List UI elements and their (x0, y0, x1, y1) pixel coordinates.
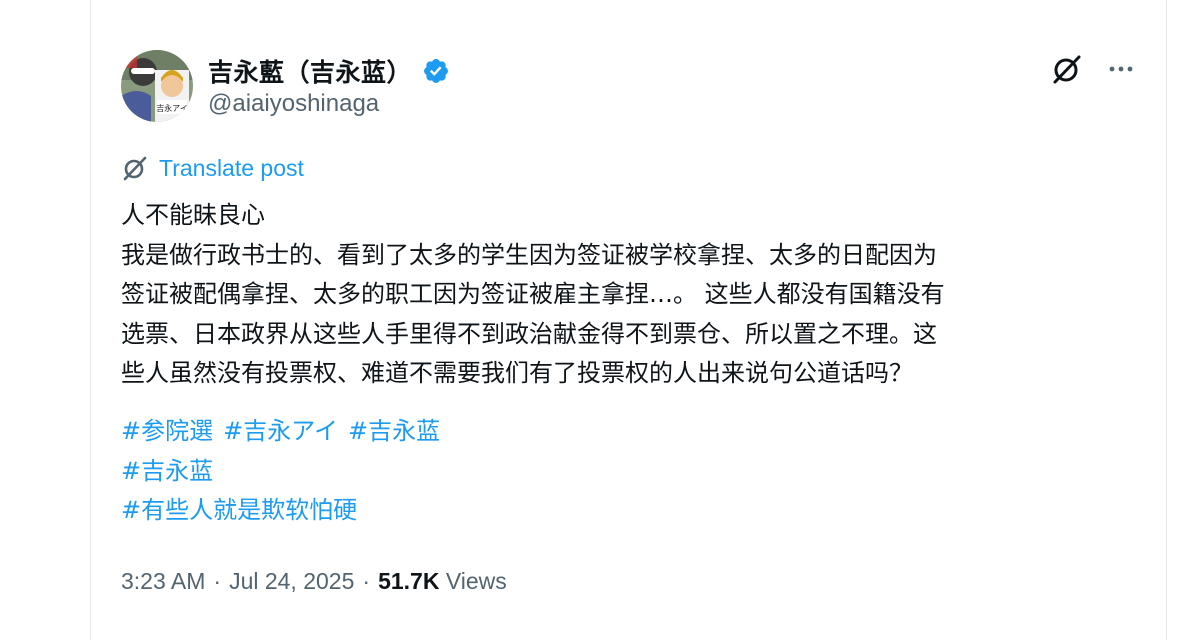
post-text-line: 选票、日本政界从这些人手里得不到政治献金得不到票仓、所以置之不理。这 (121, 319, 937, 348)
views-label[interactable]: Views (446, 568, 507, 594)
avatar-image: 吉永アイ (121, 50, 193, 122)
hashtag-line: #吉永蓝 (121, 452, 450, 492)
post-hashtags: #参院選 #吉永アイ #吉永蓝 #吉永蓝 #有些人就是欺软怕硬 (121, 412, 450, 531)
views-count[interactable]: 51.7K (378, 568, 439, 594)
author-display-name[interactable]: 吉永藍（吉永蓝） (208, 53, 412, 89)
meta-separator: · (362, 568, 371, 594)
post-text-line: 签证被配偶拿捏、太多的职工因为签证被雇主拿捏…。 这些人都没有国籍没有 (121, 280, 945, 308)
hashtag-line: #有些人就是欺软怕硬 (121, 491, 450, 531)
avatar[interactable]: 吉永アイ (121, 50, 193, 122)
grok-slash-icon[interactable] (1050, 52, 1084, 86)
grok-translate-icon (123, 156, 147, 181)
post-date[interactable]: Jul 24, 2025 (229, 568, 354, 595)
post-text-line: 些人虽然没有投票权、难道不需要我们有了投票权的人出来说句公道话吗？ (121, 359, 913, 387)
translate-post-button[interactable]: Translate post (121, 154, 304, 182)
hashtag-link[interactable]: #有些人就是欺软怕硬 (121, 496, 357, 524)
post-text-line: 我是做行政书士的、看到了太多的学生因为签证被学校拿捏、太多的日配因为 (121, 240, 937, 269)
translate-post-label[interactable]: Translate post (159, 155, 304, 182)
hashtag-link[interactable]: #吉永アイ (223, 417, 338, 445)
author-handle[interactable]: @aiaiyoshinaga (208, 90, 379, 118)
hashtag-link[interactable]: #吉永蓝 (121, 457, 213, 485)
hashtag-link[interactable]: #参院選 (121, 417, 213, 445)
more-dots-icon[interactable] (1106, 54, 1136, 84)
post-meta: 3:23 AM · Jul 24, 2025 · 51.7K Views (121, 568, 507, 595)
post-actions-top (1050, 52, 1136, 86)
hashtag-link[interactable]: #吉永蓝 (348, 417, 440, 445)
post-time[interactable]: 3:23 AM (121, 568, 205, 595)
verified-badge-icon[interactable] (422, 57, 450, 85)
post-text-line: 人不能昧良心 (121, 201, 265, 229)
meta-separator: · (213, 568, 222, 594)
post-text: 人不能昧良心 我是做行政书士的、看到了太多的学生因为签证被学校拿捏、太多的日配因… (121, 196, 1121, 394)
author-name-row[interactable]: 吉永藍（吉永蓝） (208, 54, 450, 88)
hashtag-line: #参院選 #吉永アイ #吉永蓝 (121, 412, 450, 452)
